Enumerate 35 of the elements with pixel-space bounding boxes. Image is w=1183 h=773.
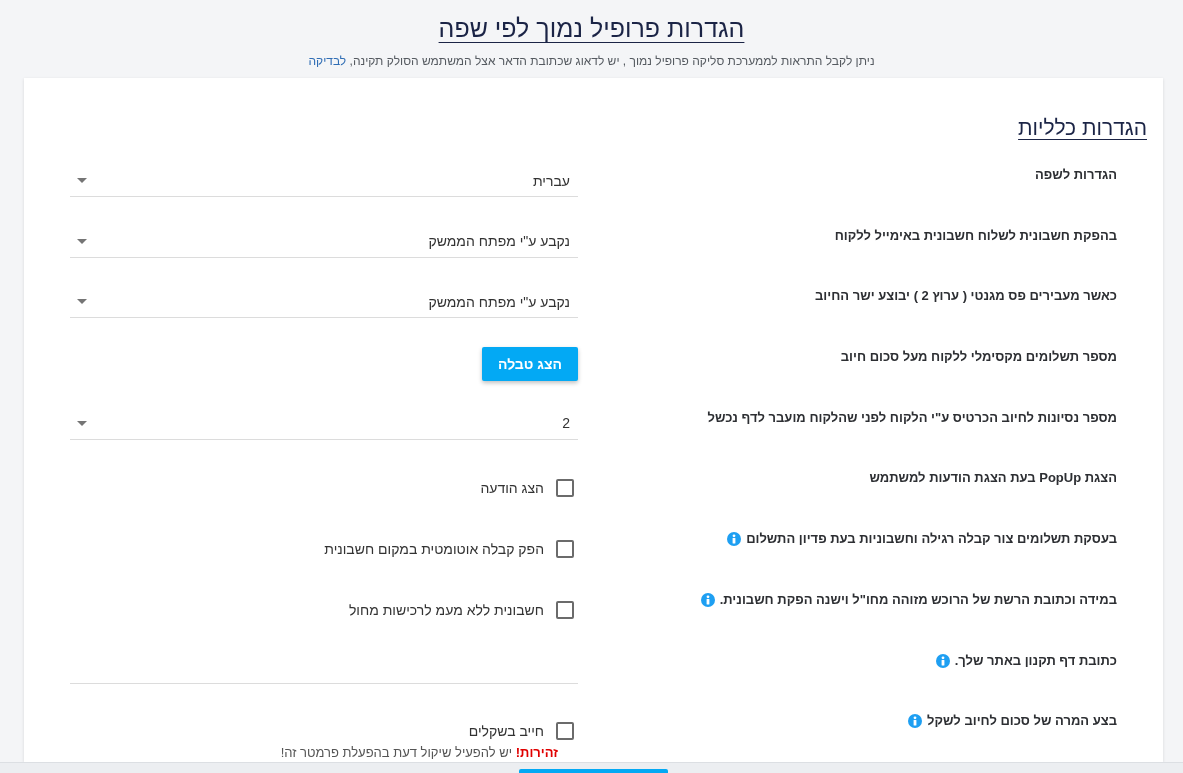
dropdown-select[interactable]: 2 <box>70 407 578 440</box>
setting-label: בצע המרה של סכום לחיוב לשקל <box>927 713 1117 730</box>
warning-text: זהירות! יש להפעיל שיקול דעת בהפעלת פרמטר זה! <box>280 745 559 762</box>
setting-label: הצגת PopUp בעת הצגת הודעות למשתמש <box>869 470 1117 487</box>
dropdown-select[interactable]: עברית <box>70 165 578 197</box>
checkbox-label: חייב בשקלים <box>468 722 544 742</box>
info-icon[interactable] <box>908 714 923 729</box>
checkbox-label: הצג הודעה <box>480 479 544 499</box>
dropdown-select[interactable]: נקבע ע"י מפתח הממשק <box>70 225 578 258</box>
setting-label: מספר נסיונות לחיוב הכרטיס ע"י הלקוח לפני שהלקוח מועבר לדף נכשל <box>707 409 1117 426</box>
setting-label: כתובת דף תקנון באתר שלך. <box>954 652 1117 669</box>
checkbox[interactable] <box>556 600 574 619</box>
setting-label: בעסקת תשלומים צור קבלה רגילה וחשבוניות בעת פדיון התשלום <box>746 531 1117 548</box>
caret-icon <box>77 299 87 305</box>
info-icon[interactable] <box>700 592 715 607</box>
checkbox-label: חשבונית ללא מעמ לרכישות מחול <box>348 600 544 620</box>
setting-label: הגדרות לשפה <box>1035 167 1117 183</box>
checkbox[interactable] <box>556 479 574 498</box>
checkbox[interactable] <box>556 540 574 559</box>
setting-label: מספר תשלומים מקסימלי ללקוח מעל סכום חיוב <box>840 349 1117 366</box>
caret-icon <box>77 238 87 244</box>
section-title: הגדרות כלליות <box>1018 116 1147 140</box>
page-title: הגדרות פרופיל נמוך לפי שפה <box>438 13 745 44</box>
setting-label: בהפקת חשבונית לשלוח חשבונית באימייל ללקוח <box>834 227 1117 244</box>
caret-icon <box>77 420 87 426</box>
info-icon[interactable] <box>935 653 950 668</box>
checkbox[interactable] <box>556 722 574 741</box>
caret-icon <box>77 178 87 183</box>
header-note: ניתן לקבל התראות לממערכת סליקה פרופיל נמוך , יש לדאוג שכתובת הדאר אצל המשתמש הסולק תקינה, לבדיקה <box>308 53 875 69</box>
setting-label: כאשר מעבירים פס מגנטי ( ערוץ 2 ) יבוצע ישר החיוב <box>815 288 1117 305</box>
dropdown-select[interactable]: נקבע ע"י מפתח הממשק <box>70 286 578 319</box>
setting-label: במידה וכתובת הרשת של הרוכש מזוהה מחו"ל וישנה הפקת חשבונית. <box>719 591 1117 608</box>
info-icon[interactable] <box>727 532 742 547</box>
checkbox-label: הפק קבלה אוטומטית במקום חשבונית <box>324 540 544 560</box>
check-link[interactable]: לבדיקה <box>308 54 347 68</box>
